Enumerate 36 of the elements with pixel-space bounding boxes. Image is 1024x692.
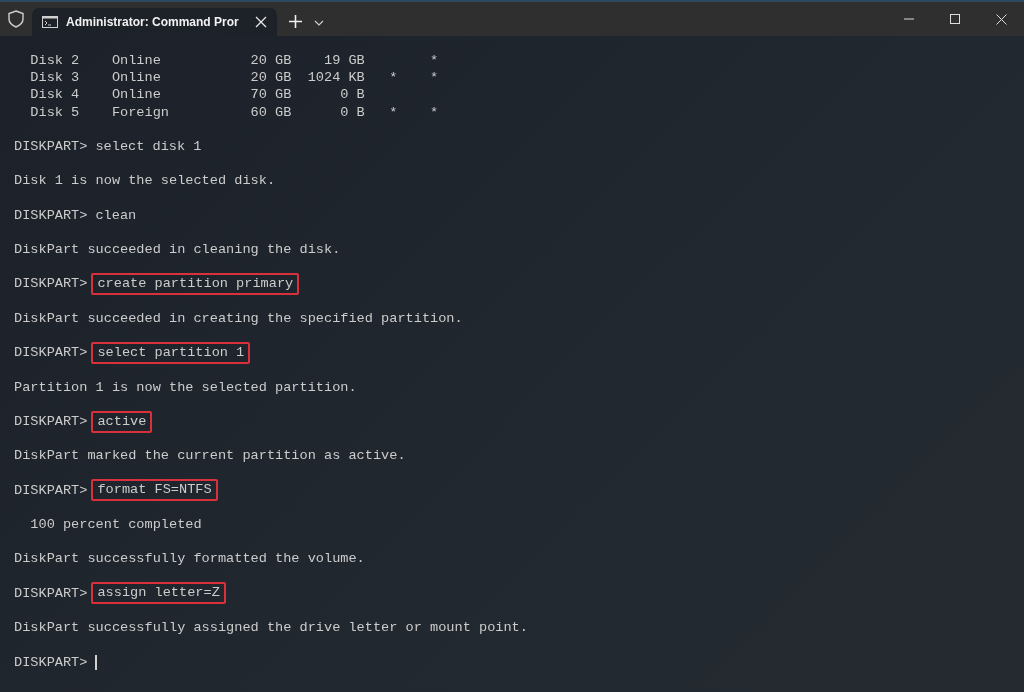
output-line: Disk 5 Foreign 60 GB 0 B * *	[29, 103, 439, 121]
tab-title: Administrator: Command Pror	[66, 15, 239, 29]
maximize-icon[interactable]	[950, 14, 960, 24]
close-icon[interactable]	[995, 13, 1007, 25]
highlighted-command: format FS=NTFS	[91, 479, 218, 502]
command-text: clean	[95, 206, 137, 224]
highlighted-command: assign letter=Z	[91, 582, 226, 605]
prompt-text: DISKPART>	[14, 206, 88, 224]
command-text: select disk 1	[95, 137, 202, 156]
terminal-icon	[42, 16, 58, 28]
prompt-text: DISKPART>	[14, 137, 88, 156]
output-line: Disk 4 Online 70 GB 0 B	[29, 86, 365, 104]
shield-icon	[8, 10, 24, 28]
output-line: DiskPart succeeded in cleaning the disk.	[14, 241, 341, 259]
dropdown-caret-icon[interactable]	[313, 20, 324, 26]
prompt-text: DISKPART>	[14, 584, 88, 602]
new-tab-icon[interactable]	[288, 15, 302, 28]
prompt-text: DISKPART>	[14, 344, 88, 362]
prompt-text: DISKPART>	[14, 481, 88, 499]
prompt-text: DISKPART>	[14, 653, 88, 671]
output-line: DiskPart marked the current partition as active.	[14, 447, 406, 465]
prompt-text: DISKPART>	[14, 412, 88, 431]
highlighted-command: select partition 1	[91, 341, 251, 364]
output-line: 100 percent completed	[29, 516, 202, 534]
output-line: Partition 1 is now the selected partition.	[14, 378, 357, 396]
highlighted-command: create partition primary	[91, 273, 300, 296]
output-line: Disk 3 Online 20 GB 1024 KB * *	[29, 69, 439, 87]
output-line: DiskPart succeeded in creating the specified partition.	[14, 309, 463, 327]
prompt-text: DISKPART>	[14, 275, 88, 293]
output-line: DiskPart successfully assigned the drive letter or mount point.	[14, 619, 528, 637]
output-line: Disk 2 Online 20 GB 19 GB *	[29, 52, 439, 70]
output-line: Disk 1 is now the selected disk.	[14, 172, 276, 190]
tab[interactable]: Administrator: Command Pror	[32, 8, 277, 36]
output-line: DiskPart successfully formatted the volume.	[14, 550, 365, 568]
close-tab-icon[interactable]	[254, 16, 267, 28]
highlighted-command: active	[91, 410, 153, 433]
